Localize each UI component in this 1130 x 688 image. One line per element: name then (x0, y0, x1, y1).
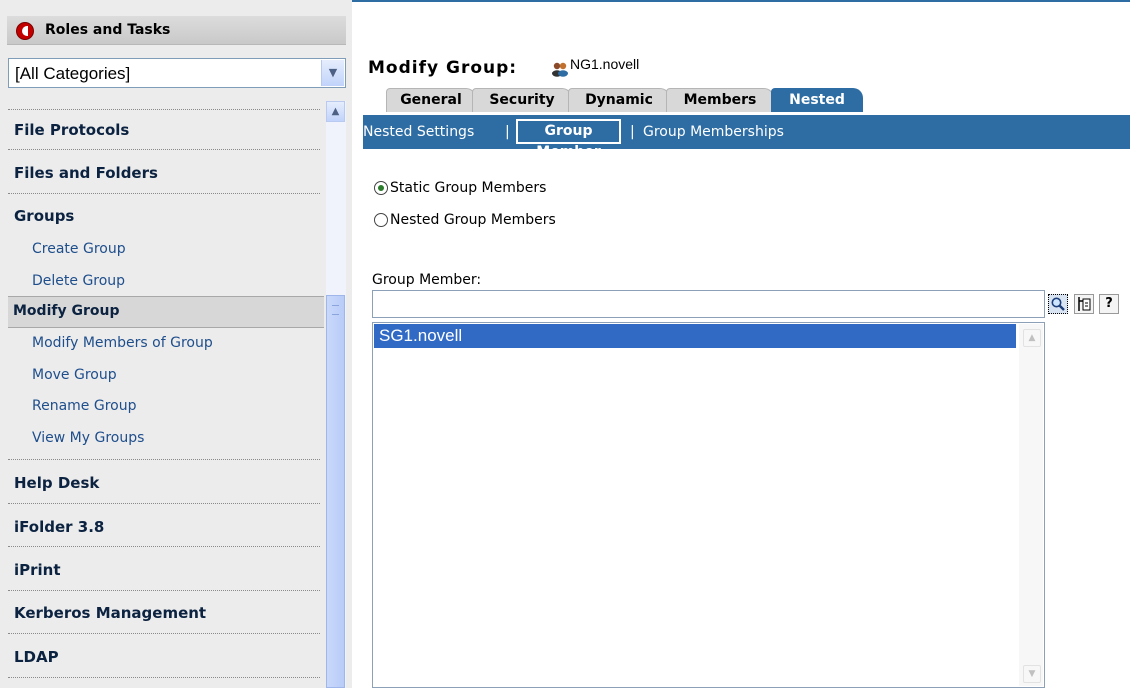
category-ldap[interactable]: LDAP (14, 648, 59, 666)
group-member-label: Group Member: (372, 272, 482, 288)
category-kerberos-management[interactable]: Kerberos Management (14, 604, 206, 622)
roles-and-tasks-header: Roles and Tasks (7, 16, 346, 45)
task-modify-group-selected[interactable]: Modify Group (8, 296, 324, 328)
task-view-my-groups[interactable]: View My Groups (32, 430, 144, 446)
divider (8, 459, 320, 460)
group-member-list[interactable]: SG1.novell ▲ ▼ (372, 322, 1045, 688)
divider (8, 503, 320, 504)
scroll-down-icon[interactable]: ▼ (1023, 665, 1041, 683)
static-group-members-label[interactable]: Static Group Members (390, 180, 546, 196)
top-border (352, 0, 1130, 2)
sidebar-scrollbar[interactable]: ▲ (326, 101, 346, 688)
category-file-protocols[interactable]: File Protocols (14, 121, 129, 139)
grip-icon (332, 305, 339, 315)
nested-group-members-label[interactable]: Nested Group Members (390, 212, 556, 228)
tab-general[interactable]: General (386, 88, 476, 112)
subtab-separator: | (505, 124, 510, 140)
category-files-and-folders[interactable]: Files and Folders (14, 164, 158, 182)
group-icon (552, 62, 568, 77)
help-icon: ? (1105, 296, 1113, 311)
divider (8, 109, 320, 110)
object-browser-button[interactable] (1074, 294, 1094, 314)
novell-logo-icon (16, 22, 34, 40)
tab-dynamic[interactable]: Dynamic (568, 88, 670, 112)
tab-security[interactable]: Security (472, 88, 572, 112)
divider (8, 590, 320, 591)
scroll-up-icon[interactable]: ▲ (326, 101, 345, 122)
task-delete-group[interactable]: Delete Group (32, 273, 125, 289)
list-item[interactable]: SG1.novell (374, 324, 1016, 348)
subtab-nested-settings[interactable]: Nested Settings (363, 124, 474, 140)
divider (8, 149, 320, 150)
category-groups[interactable]: Groups (14, 207, 74, 225)
group-member-input[interactable] (372, 290, 1045, 318)
task-rename-group[interactable]: Rename Group (32, 398, 137, 414)
tab-members[interactable]: Members (666, 88, 774, 112)
page-title: Modify Group: (368, 58, 518, 78)
category-iprint[interactable]: iPrint (14, 561, 61, 579)
divider (8, 677, 320, 678)
list-scrollbar[interactable]: ▲ ▼ (1019, 324, 1043, 686)
group-object-name: NG1.novell (570, 56, 640, 72)
subtab-group-memberships[interactable]: Group Memberships (643, 124, 784, 140)
divider (8, 546, 320, 547)
task-create-group[interactable]: Create Group (32, 241, 126, 257)
task-modify-group-label: Modify Group (13, 303, 120, 319)
category-ifolder[interactable]: iFolder 3.8 (14, 518, 104, 536)
scrollbar-thumb[interactable] (326, 295, 345, 688)
category-select[interactable]: [All Categories] ▼ (8, 58, 346, 88)
subtab-group-member[interactable]: Group Member (516, 119, 621, 160)
category-help-desk[interactable]: Help Desk (14, 474, 99, 492)
divider (8, 193, 320, 194)
static-group-members-radio[interactable] (374, 181, 388, 195)
task-move-group[interactable]: Move Group (32, 367, 117, 383)
help-button[interactable]: ? (1099, 294, 1119, 314)
chevron-down-icon[interactable]: ▼ (321, 60, 344, 86)
tab-nested[interactable]: Nested (771, 88, 863, 112)
task-modify-members-of-group[interactable]: Modify Members of Group (32, 335, 213, 351)
divider (8, 633, 320, 634)
roles-and-tasks-title: Roles and Tasks (45, 22, 171, 38)
object-browser-icon (1078, 297, 1091, 311)
nested-group-members-radio[interactable] (374, 213, 388, 227)
category-select-value: [All Categories] (15, 64, 131, 83)
scroll-up-icon[interactable]: ▲ (1023, 329, 1041, 347)
subtab-bar: Nested Settings | Group Member | Group M… (363, 115, 1130, 160)
search-icon (1051, 297, 1065, 311)
roles-and-tasks-panel: Roles and Tasks [All Categories] ▼ File … (0, 0, 352, 688)
subtab-separator: | (630, 124, 635, 140)
search-button[interactable] (1048, 294, 1068, 314)
